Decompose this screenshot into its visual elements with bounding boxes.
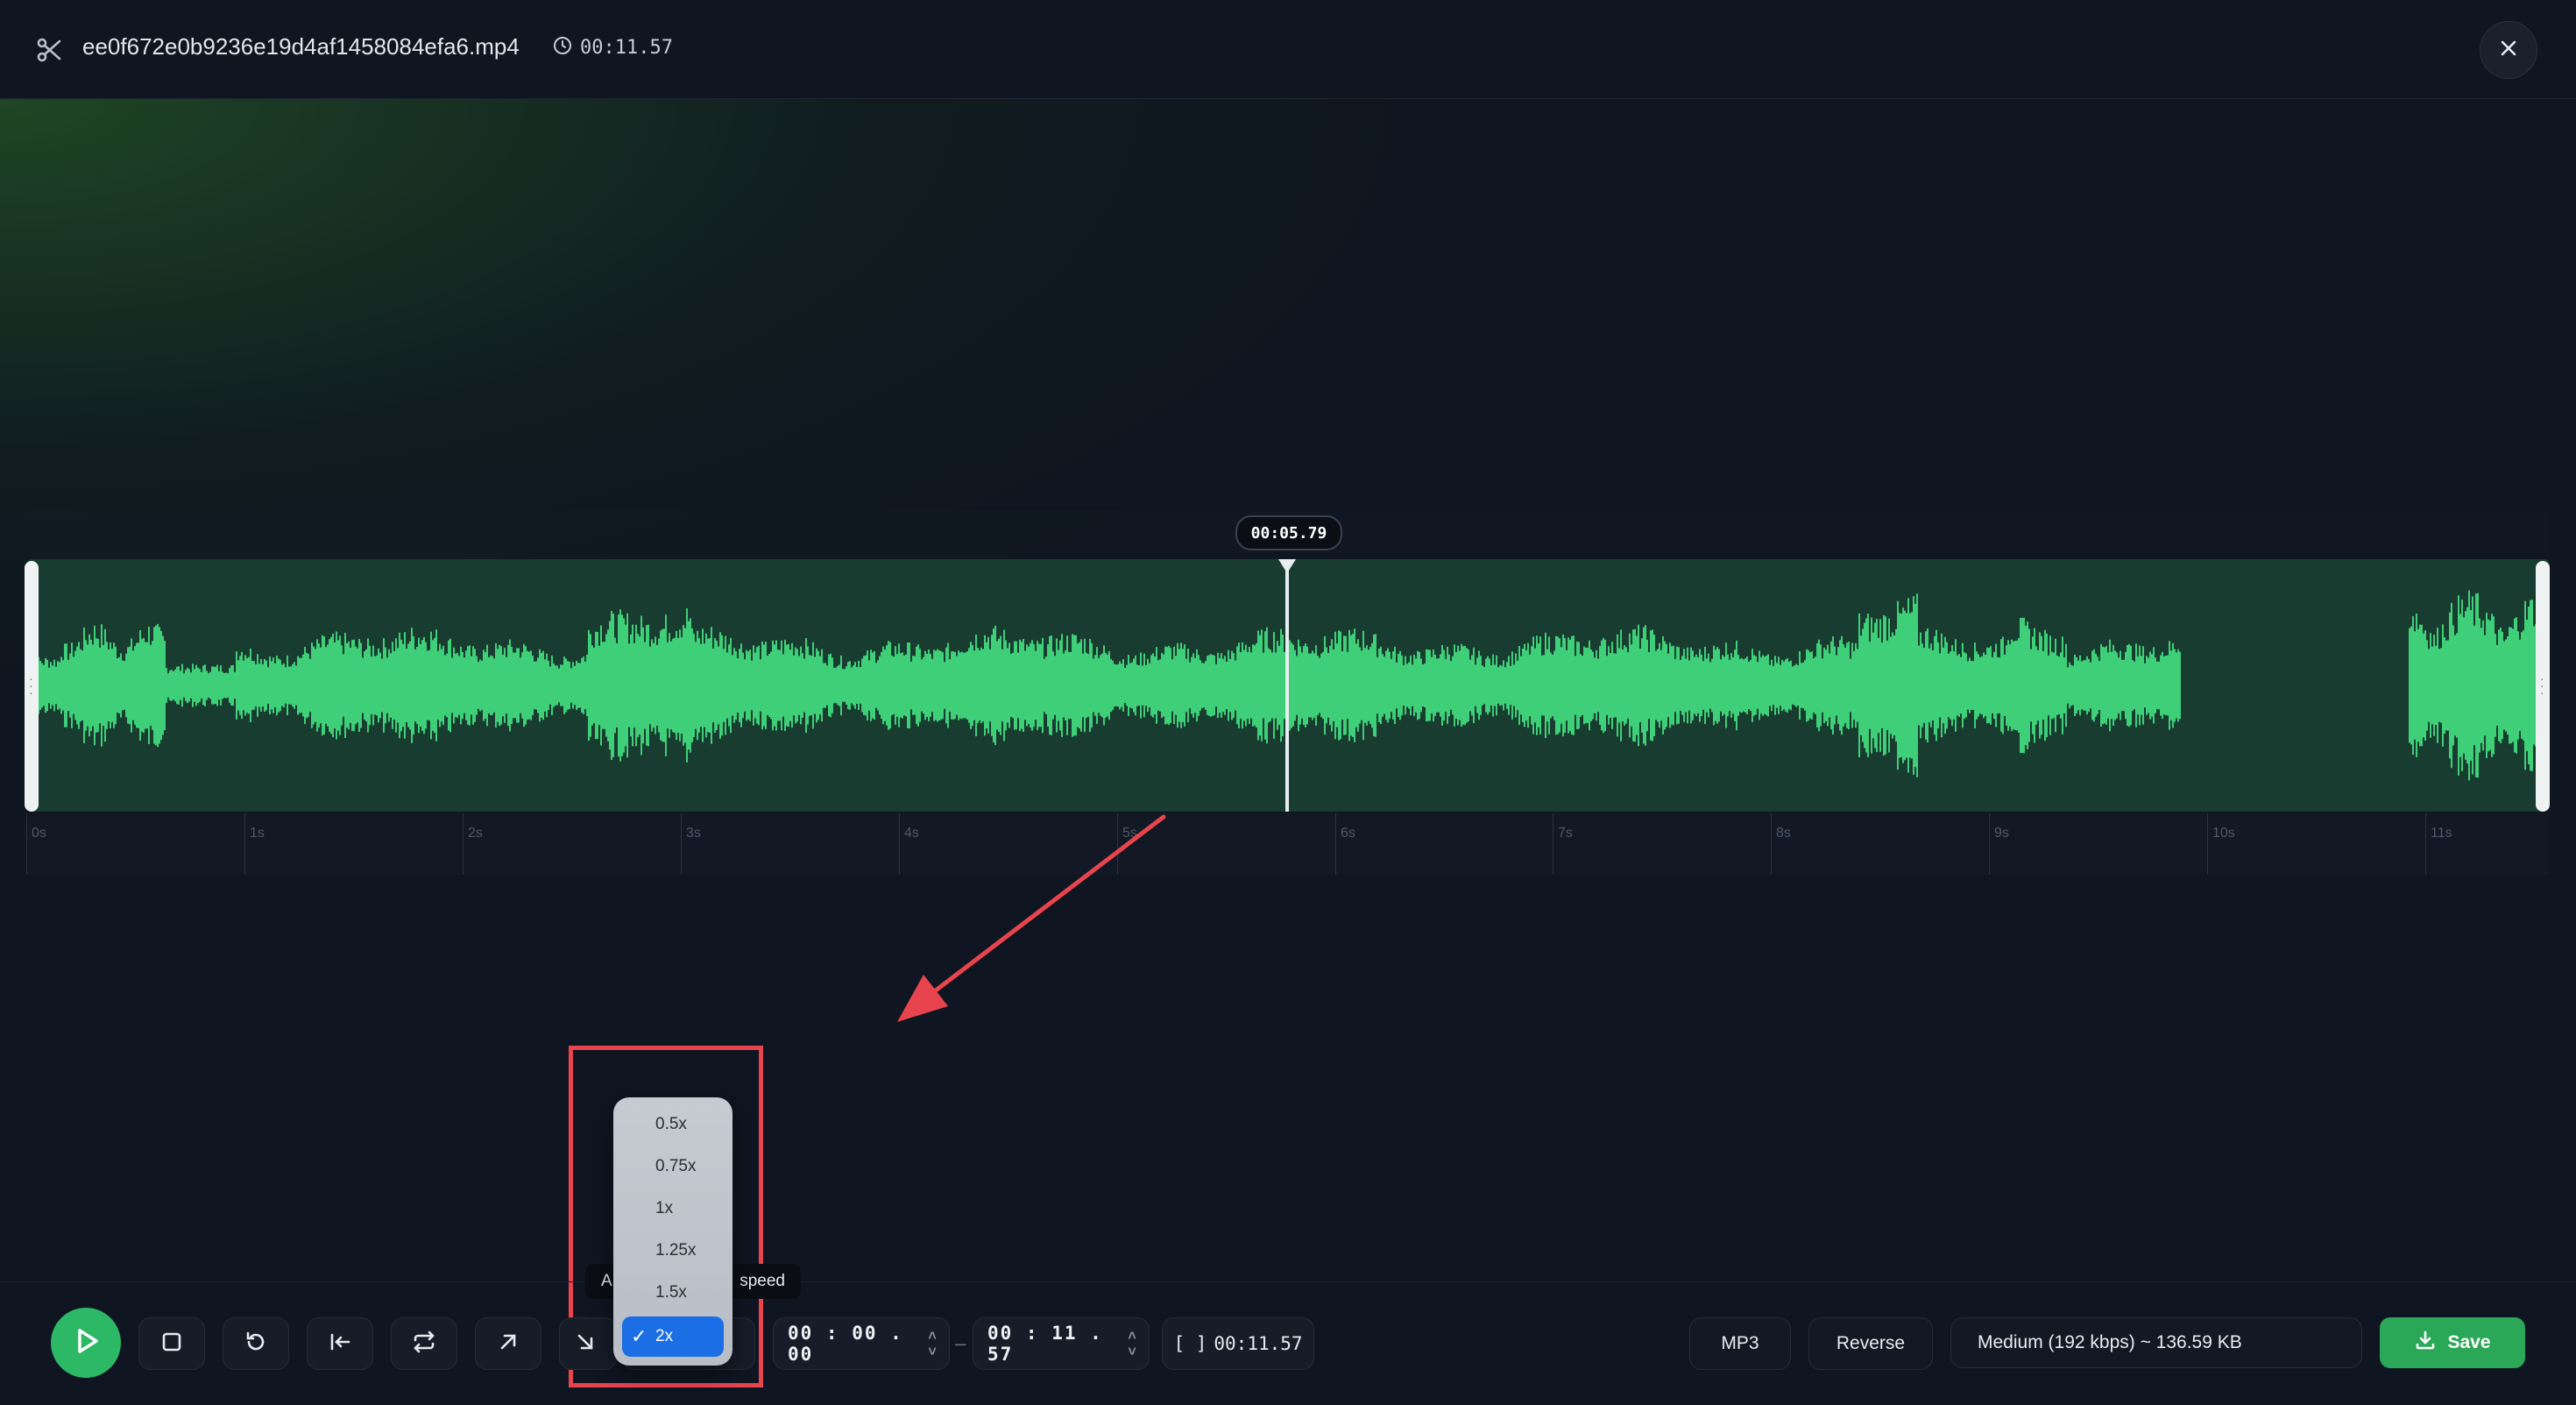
time-range-separator: – [955, 1332, 966, 1354]
end-time-stepper[interactable]: ˄ ˅ [1119, 1328, 1145, 1359]
stop-button[interactable] [138, 1317, 205, 1370]
start-time-stepper[interactable]: ˄ ˅ [919, 1328, 945, 1359]
quality-select[interactable]: Medium (192 kbps) ~ 136.59 KB [1950, 1317, 2362, 1368]
selection-length: [ ] 00:11.57 [1162, 1317, 1314, 1370]
end-time-input[interactable]: 00 : 11 . 57 ˄ ˅ [973, 1317, 1150, 1370]
brackets-icon: [ ] [1173, 1333, 1207, 1354]
checkmark-icon: ✓ [631, 1325, 648, 1347]
start-time-value: 00 : 00 . 00 [788, 1323, 903, 1365]
restart-button[interactable] [223, 1317, 289, 1370]
chevron-down-icon[interactable]: ˅ [928, 1344, 937, 1359]
speed-option[interactable]: 1.5x [655, 1283, 687, 1302]
chevron-up-icon[interactable]: ˄ [1128, 1328, 1136, 1344]
reverse-button[interactable]: Reverse [1808, 1317, 1933, 1370]
selection-length-value: 00:11.57 [1214, 1333, 1303, 1354]
download-icon [2414, 1329, 2437, 1357]
play-button[interactable] [51, 1308, 121, 1378]
speed-dropdown-menu[interactable]: 0.5x 0.75x 1x 1.25x 1.5x ✓ 2x [613, 1097, 732, 1366]
fade-in-button[interactable] [475, 1317, 541, 1370]
annotation-arrow [897, 814, 1166, 1022]
speed-tooltip-start: A [601, 1272, 612, 1290]
end-time-value: 00 : 11 . 57 [987, 1323, 1103, 1365]
arrow-to-start-icon [328, 1330, 352, 1359]
speed-tooltip-end: speed [740, 1272, 785, 1290]
speed-option[interactable]: 1x [655, 1199, 673, 1218]
speed-option[interactable]: 0.5x [655, 1115, 687, 1134]
repeat-icon [411, 1329, 437, 1359]
fade-out-button[interactable] [559, 1317, 617, 1370]
chevron-down-icon[interactable]: ˅ [1128, 1344, 1136, 1359]
speed-option[interactable]: 0.75x [655, 1157, 696, 1176]
format-select[interactable]: MP3 [1689, 1317, 1791, 1370]
start-time-input[interactable]: 00 : 00 . 00 ˄ ˅ [773, 1317, 950, 1370]
skip-to-start-button[interactable] [307, 1317, 373, 1370]
rotate-ccw-icon [244, 1330, 268, 1359]
speed-option-selected-label: 2x [655, 1327, 674, 1345]
play-icon [68, 1323, 103, 1363]
arrow-down-right-icon [574, 1330, 597, 1358]
save-button[interactable]: Save [2380, 1317, 2525, 1368]
stop-icon [160, 1330, 183, 1358]
loop-button[interactable] [391, 1317, 457, 1370]
save-label: Save [2447, 1332, 2491, 1352]
speed-option[interactable]: 1.25x [655, 1241, 696, 1260]
chevron-up-icon[interactable]: ˄ [928, 1328, 937, 1344]
speed-option-selected[interactable]: ✓ 2x [622, 1316, 724, 1357]
arrow-up-right-icon [497, 1330, 520, 1358]
